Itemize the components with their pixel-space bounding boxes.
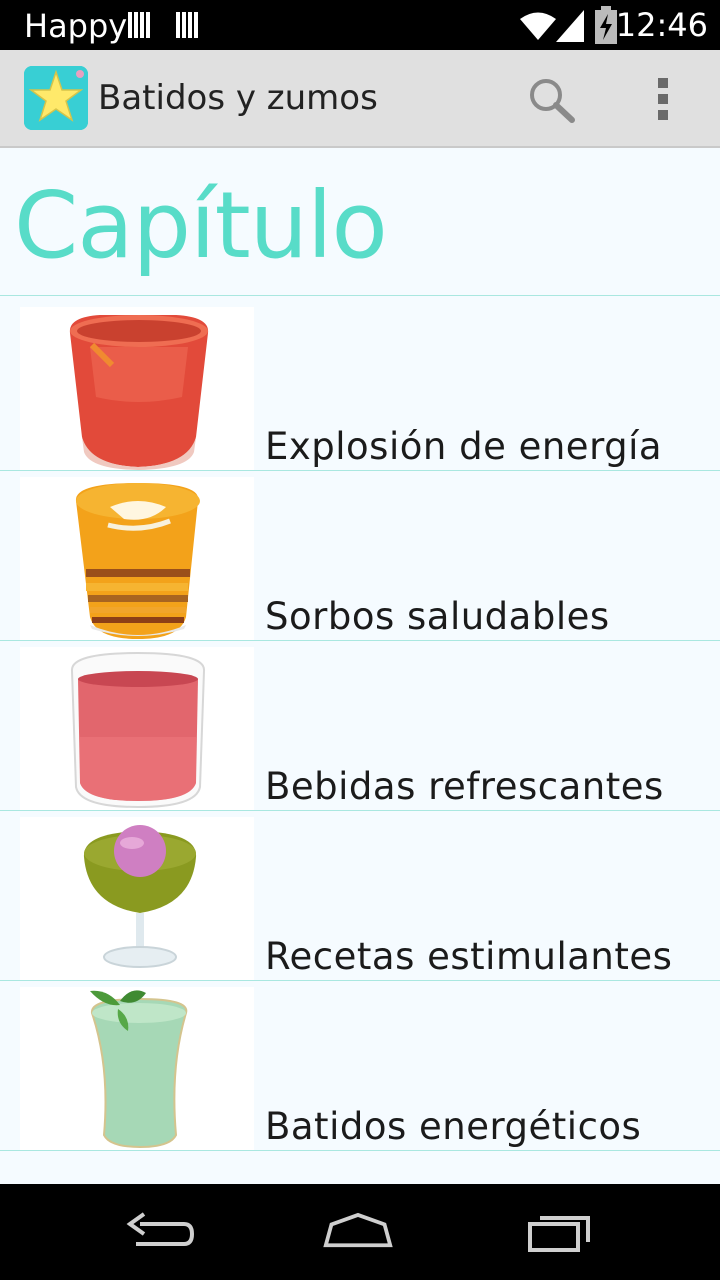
list-item[interactable]: Batidos energéticos: [0, 981, 720, 1151]
red-smoothie-glass-image: [20, 307, 254, 471]
status-bar: Happy 12:46: [0, 0, 720, 50]
search-icon[interactable]: [526, 76, 578, 124]
chapter-label: Sorbos saludables: [265, 595, 610, 638]
kiwi-drink-with-ice-cream-image: [20, 817, 254, 981]
chapter-label: Recetas estimulantes: [265, 935, 673, 978]
sim-card-icon: [128, 12, 150, 38]
wifi-icon: [520, 12, 556, 40]
chapter-label: Bebidas refrescantes: [265, 765, 664, 808]
carrier-name: Happy: [24, 7, 128, 45]
layered-orange-drink-image: [20, 477, 254, 641]
divider: [0, 295, 720, 296]
list-item[interactable]: Explosión de energía: [0, 301, 720, 471]
page-title: Capítulo: [14, 172, 388, 279]
recent-apps-icon[interactable]: [524, 1206, 596, 1258]
chapter-label: Batidos energéticos: [265, 1105, 642, 1148]
app-title: Batidos y zumos: [98, 78, 378, 118]
list-item[interactable]: Bebidas refrescantes: [0, 641, 720, 811]
battery-charging-icon: [595, 6, 617, 44]
star-app-icon[interactable]: [24, 66, 88, 130]
home-icon[interactable]: [322, 1206, 394, 1258]
pink-smoothie-glass-image: [20, 647, 254, 811]
list-item[interactable]: Sorbos saludables: [0, 471, 720, 641]
green-milkshake-with-mint-image: [20, 987, 254, 1151]
clock: 12:46: [615, 6, 708, 44]
action-bar: Batidos y zumos: [0, 50, 720, 148]
chapter-label: Explosión de energía: [265, 425, 663, 468]
list-item[interactable]: Recetas estimulantes: [0, 811, 720, 981]
signal-icon: [556, 10, 584, 42]
navigation-bar: [0, 1184, 720, 1280]
sim-card-icon: [176, 12, 198, 38]
back-icon[interactable]: [124, 1206, 196, 1258]
overflow-menu-icon[interactable]: [656, 78, 670, 120]
divider: [0, 1150, 720, 1151]
